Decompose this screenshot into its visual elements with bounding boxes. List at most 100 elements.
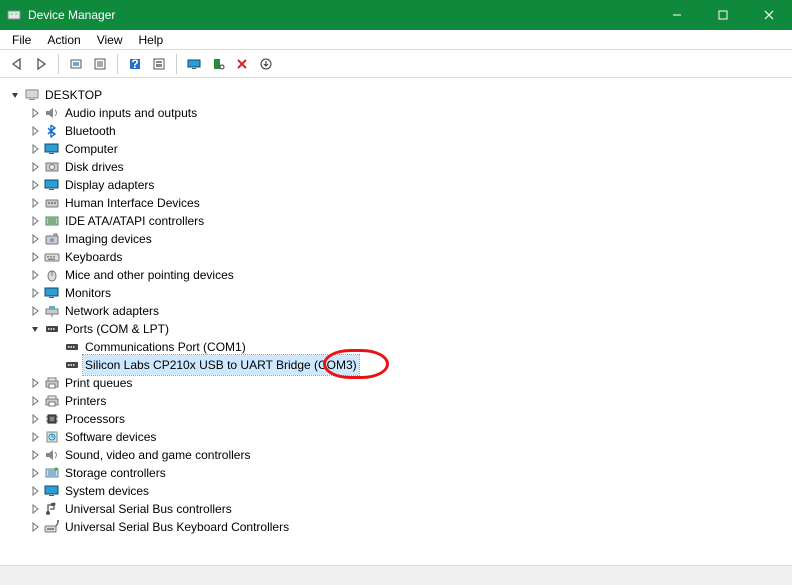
expander-icon[interactable] <box>28 142 42 156</box>
expander-icon[interactable] <box>28 466 42 480</box>
tree-node-cat-14[interactable]: Printers <box>4 392 788 410</box>
tree-label[interactable]: Software devices <box>63 427 158 447</box>
properties-button[interactable] <box>89 53 111 75</box>
expander-icon[interactable] <box>28 520 42 534</box>
maximize-button[interactable] <box>700 0 746 30</box>
tree-node-cat-1[interactable]: Bluetooth <box>4 122 788 140</box>
storage-icon <box>44 465 60 481</box>
tree-node-cat-8[interactable]: Keyboards <box>4 248 788 266</box>
expander-icon[interactable] <box>28 430 42 444</box>
tree-label[interactable]: System devices <box>63 481 151 501</box>
show-hidden-button[interactable] <box>65 53 87 75</box>
expander-icon[interactable] <box>28 160 42 174</box>
expander-icon[interactable] <box>28 376 42 390</box>
tree-label[interactable]: Audio inputs and outputs <box>63 103 199 123</box>
help-menu[interactable]: Help <box>131 31 172 49</box>
help-button[interactable]: ? <box>124 53 146 75</box>
tree-node-cat-5[interactable]: Human Interface Devices <box>4 194 788 212</box>
tree-node-cat-13[interactable]: Print queues <box>4 374 788 392</box>
tree-node-cat-21[interactable]: Universal Serial Bus Keyboard Controller… <box>4 518 788 536</box>
expander-icon[interactable] <box>28 268 42 282</box>
expander-icon[interactable] <box>28 448 42 462</box>
forward-button[interactable] <box>30 53 52 75</box>
tree-node-cat-18[interactable]: Storage controllers <box>4 464 788 482</box>
tree-label[interactable]: Processors <box>63 409 127 429</box>
tree-label[interactable]: Mice and other pointing devices <box>63 265 236 285</box>
expander-icon[interactable] <box>28 286 42 300</box>
tree-label[interactable]: Universal Serial Bus Keyboard Controller… <box>63 517 291 537</box>
file-menu[interactable]: File <box>4 31 39 49</box>
expander-icon[interactable] <box>28 232 42 246</box>
disk-icon <box>44 159 60 175</box>
tree-label[interactable]: Communications Port (COM1) <box>83 337 248 357</box>
tree-label[interactable]: Display adapters <box>63 175 156 195</box>
tree-node-child-12-1[interactable]: Silicon Labs CP210x USB to UART Bridge (… <box>4 356 788 374</box>
tree-node-cat-19[interactable]: System devices <box>4 482 788 500</box>
tree-node-cat-20[interactable]: Universal Serial Bus controllers <box>4 500 788 518</box>
tree-label[interactable]: DESKTOP <box>43 85 104 105</box>
computer-icon <box>24 87 40 103</box>
tree-node-cat-9[interactable]: Mice and other pointing devices <box>4 266 788 284</box>
tree-node-cat-16[interactable]: Software devices <box>4 428 788 446</box>
tree-label[interactable]: Disk drives <box>63 157 126 177</box>
tree-label[interactable]: Printers <box>63 391 108 411</box>
monitor-blue-icon <box>44 483 60 499</box>
separator-3 <box>176 54 177 74</box>
expander-icon[interactable] <box>28 124 42 138</box>
expander-icon[interactable] <box>28 178 42 192</box>
expander-icon[interactable] <box>28 502 42 516</box>
action-menu[interactable]: Action <box>39 31 88 49</box>
minimize-button[interactable] <box>654 0 700 30</box>
expander-icon[interactable] <box>28 106 42 120</box>
tree-label[interactable]: Network adapters <box>63 301 161 321</box>
expander-icon[interactable] <box>28 322 42 336</box>
tree-node-cat-15[interactable]: Processors <box>4 410 788 428</box>
tree-node-cat-17[interactable]: Sound, video and game controllers <box>4 446 788 464</box>
tree-node-cat-0[interactable]: Audio inputs and outputs <box>4 104 788 122</box>
tree-node-cat-7[interactable]: Imaging devices <box>4 230 788 248</box>
tree-node-cat-12[interactable]: Ports (COM & LPT) <box>4 320 788 338</box>
update-button[interactable] <box>148 53 170 75</box>
device-tree[interactable]: DESKTOPAudio inputs and outputsBluetooth… <box>0 78 792 565</box>
tree-label[interactable]: Monitors <box>63 283 113 303</box>
tree-label[interactable]: Keyboards <box>63 247 124 267</box>
expander-icon[interactable] <box>28 250 42 264</box>
tree-node-cat-2[interactable]: Computer <box>4 140 788 158</box>
tree-label[interactable]: Silicon Labs CP210x USB to UART Bridge (… <box>83 355 359 375</box>
tree-label[interactable]: Human Interface Devices <box>63 193 202 213</box>
uninstall-button[interactable] <box>231 53 253 75</box>
tree-node-cat-11[interactable]: Network adapters <box>4 302 788 320</box>
tree-node-cat-6[interactable]: IDE ATA/ATAPI controllers <box>4 212 788 230</box>
tree-node-cat-3[interactable]: Disk drives <box>4 158 788 176</box>
tree-label[interactable]: Computer <box>63 139 120 159</box>
expander-icon <box>48 358 62 372</box>
expander-icon[interactable] <box>28 196 42 210</box>
monitor-button[interactable] <box>183 53 205 75</box>
tree-label[interactable]: Ports (COM & LPT) <box>63 319 171 339</box>
back-button[interactable] <box>6 53 28 75</box>
tree-label[interactable]: Bluetooth <box>63 121 118 141</box>
tree-node-cat-4[interactable]: Display adapters <box>4 176 788 194</box>
expander-icon[interactable] <box>28 214 42 228</box>
tree-node-cat-10[interactable]: Monitors <box>4 284 788 302</box>
scan-hardware-button[interactable] <box>207 53 229 75</box>
tree-label[interactable]: Print queues <box>63 373 134 393</box>
view-menu[interactable]: View <box>89 31 131 49</box>
tree-node-child-12-0[interactable]: Communications Port (COM1) <box>4 338 788 356</box>
close-button[interactable] <box>746 0 792 30</box>
expander-icon[interactable] <box>28 412 42 426</box>
tree-label[interactable]: Imaging devices <box>63 229 154 249</box>
titlebar[interactable]: Device Manager <box>0 0 792 30</box>
action-dropdown-button[interactable] <box>255 53 277 75</box>
expander-icon[interactable] <box>8 88 22 102</box>
expander-icon[interactable] <box>28 304 42 318</box>
tree-label[interactable]: Universal Serial Bus controllers <box>63 499 234 519</box>
tree-label[interactable]: Storage controllers <box>63 463 168 483</box>
expander-icon[interactable] <box>28 484 42 498</box>
port-icon <box>64 339 80 355</box>
tree-label[interactable]: Sound, video and game controllers <box>63 445 252 465</box>
network-icon <box>44 303 60 319</box>
tree-node-root[interactable]: DESKTOP <box>4 86 788 104</box>
expander-icon[interactable] <box>28 394 42 408</box>
tree-label[interactable]: IDE ATA/ATAPI controllers <box>63 211 206 231</box>
